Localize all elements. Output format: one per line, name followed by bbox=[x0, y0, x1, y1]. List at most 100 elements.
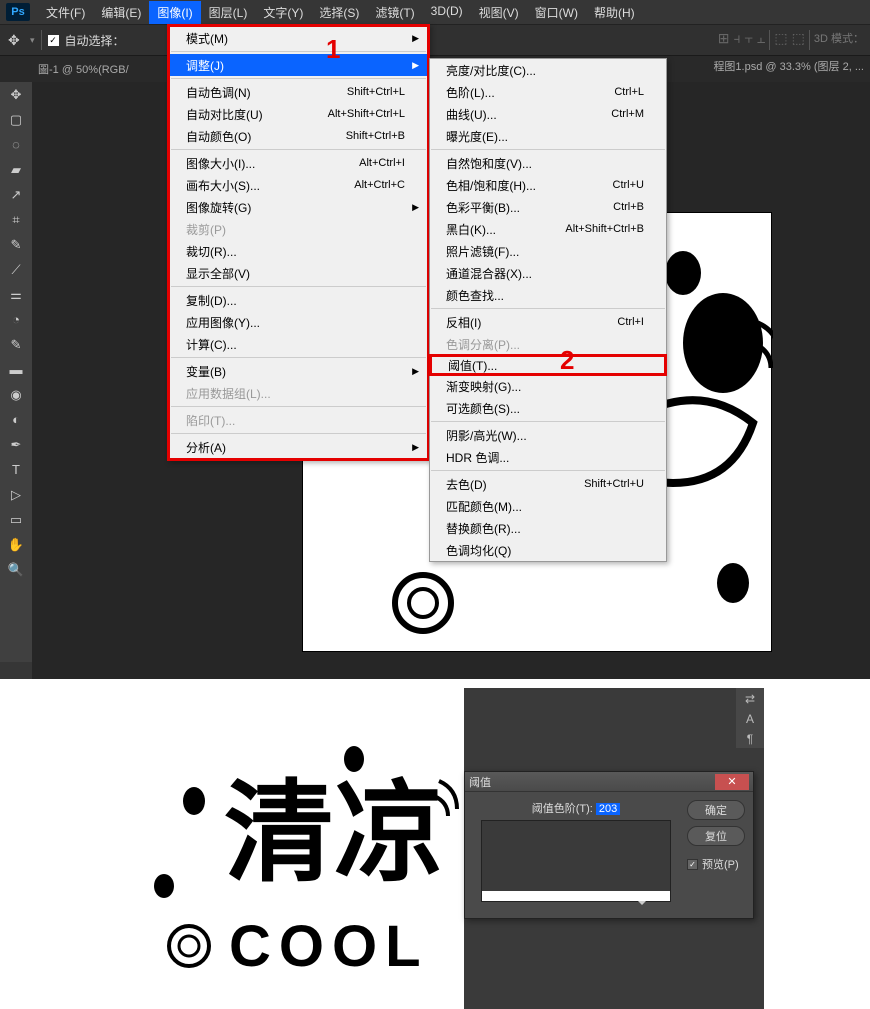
tool-5[interactable]: ⌗ bbox=[0, 207, 32, 232]
collapsed-panels[interactable]: ⇄ A ¶ bbox=[736, 688, 764, 748]
preview-label: 预览(P) bbox=[702, 856, 739, 872]
menu-item[interactable]: 复制(D)... bbox=[170, 289, 427, 311]
tool-6[interactable]: ✎ bbox=[0, 232, 32, 257]
tool-7[interactable]: ⟋ bbox=[0, 257, 32, 282]
align-icon[interactable]: ⫟ bbox=[744, 30, 752, 50]
menu-item[interactable]: 通道混合器(X)... bbox=[430, 262, 666, 284]
tool-15[interactable]: T bbox=[0, 457, 32, 482]
menu-item[interactable]: 亮度/对比度(C)... bbox=[430, 59, 666, 81]
tool-17[interactable]: ▭ bbox=[0, 507, 32, 532]
threshold-slider[interactable] bbox=[637, 900, 647, 910]
image-menu-dropdown: 模式(M)▶ 调整(J)▶ 自动色调(N)Shift+Ctrl+L自动对比度(U)A… bbox=[167, 24, 430, 461]
tool-11[interactable]: ▬ bbox=[0, 357, 32, 382]
tool-1[interactable]: ▢ bbox=[0, 107, 32, 132]
menu-item[interactable]: 分析(A)▶ bbox=[170, 436, 427, 458]
tool-16[interactable]: ▷ bbox=[0, 482, 32, 507]
menu-item[interactable]: 匹配颜色(M)... bbox=[430, 495, 666, 517]
threshold-label: 阈值色阶(T): bbox=[532, 803, 593, 815]
menu-item[interactable]: 变量(B)▶ bbox=[170, 360, 427, 382]
threshold-value-input[interactable]: 203 bbox=[596, 803, 620, 815]
menu-item[interactable]: 阴影/高光(W)... bbox=[430, 424, 666, 446]
menu-item[interactable]: 渐变映射(G)... bbox=[430, 375, 666, 397]
menu-3[interactable]: 图层(L) bbox=[201, 1, 256, 24]
menu-item[interactable]: 图像大小(I)...Alt+Ctrl+I bbox=[170, 152, 427, 174]
tool-10[interactable]: ✎ bbox=[0, 332, 32, 357]
align-icon[interactable]: ⫞ bbox=[733, 30, 740, 50]
doc-tab-right[interactable]: 程图1.psd @ 33.3% (图层 2, ... bbox=[713, 58, 864, 74]
doc-tab-left[interactable]: 圖-1 @ 50%(RGB/ bbox=[38, 61, 129, 77]
tool-14[interactable]: ✒ bbox=[0, 432, 32, 457]
menu-item[interactable]: 可选颜色(S)... bbox=[430, 397, 666, 419]
tool-12[interactable]: ◉ bbox=[0, 382, 32, 407]
auto-select-label: 自动选择： bbox=[65, 32, 125, 49]
distribute-icon[interactable]: ⬚ bbox=[792, 30, 805, 50]
menu-7[interactable]: 3D(D) bbox=[423, 1, 471, 24]
menu-item[interactable]: 颜色查找... bbox=[430, 284, 666, 306]
histogram[interactable] bbox=[481, 820, 671, 902]
type-panel-icon[interactable]: A bbox=[746, 712, 754, 726]
menu-item[interactable]: 调整(J)▶ bbox=[170, 54, 427, 76]
menu-item[interactable]: 裁切(R)... bbox=[170, 240, 427, 262]
menu-4[interactable]: 文字(Y) bbox=[255, 1, 311, 24]
menu-item[interactable]: 模式(M)▶ bbox=[170, 27, 427, 49]
preview-checkbox-row[interactable]: ✓ 预览(P) bbox=[687, 856, 745, 872]
menu-item[interactable]: 反相(I)Ctrl+I bbox=[430, 311, 666, 333]
tool-4[interactable]: ↗ bbox=[0, 182, 32, 207]
menu-item[interactable]: 计算(C)... bbox=[170, 333, 427, 355]
menu-item[interactable]: 曲线(U)...Ctrl+M bbox=[430, 103, 666, 125]
annotation-2: 2 bbox=[560, 345, 574, 376]
tool-19[interactable]: 🔍 bbox=[0, 557, 32, 582]
dialog-titlebar[interactable]: 阈值 ✕ bbox=[465, 772, 753, 792]
menu-2[interactable]: 图像(I) bbox=[149, 1, 200, 24]
threshold-field-row: 阈值色阶(T): 203 bbox=[473, 800, 679, 816]
menu-item[interactable]: 显示全部(V) bbox=[170, 262, 427, 284]
menu-item[interactable]: HDR 色调... bbox=[430, 446, 666, 468]
menu-6[interactable]: 滤镜(T) bbox=[367, 1, 422, 24]
tool-9[interactable]: ◔ bbox=[0, 307, 32, 332]
menu-item[interactable]: 色彩平衡(B)...Ctrl+B bbox=[430, 196, 666, 218]
menu-item[interactable]: 色相/饱和度(H)...Ctrl+U bbox=[430, 174, 666, 196]
menu-item[interactable]: 色调均化(Q) bbox=[430, 539, 666, 561]
ok-button[interactable]: 确定 bbox=[687, 800, 745, 820]
menu-9[interactable]: 窗口(W) bbox=[527, 1, 586, 24]
tool-3[interactable]: ▰ bbox=[0, 157, 32, 182]
menu-0[interactable]: 文件(F) bbox=[38, 1, 93, 24]
menu-item[interactable]: 图像旋转(G)▶ bbox=[170, 196, 427, 218]
menu-item[interactable]: 替换颜色(R)... bbox=[430, 517, 666, 539]
menu-item[interactable]: 自动色调(N)Shift+Ctrl+L bbox=[170, 81, 427, 103]
menu-10[interactable]: 帮助(H) bbox=[586, 1, 643, 24]
menu-item[interactable]: 色阶(L)...Ctrl+L bbox=[430, 81, 666, 103]
menu-item[interactable]: 去色(D)Shift+Ctrl+U bbox=[430, 473, 666, 495]
photoshop-window: Ps 文件(F)编辑(E)图像(I)图层(L)文字(Y)选择(S)滤镜(T)3D… bbox=[0, 0, 870, 679]
swap-icon[interactable]: ⇄ bbox=[745, 692, 755, 706]
dialog-title: 阈值 bbox=[469, 774, 491, 790]
svg-text:COOL: COOL bbox=[229, 914, 429, 979]
preview-checkbox[interactable]: ✓ bbox=[687, 859, 698, 870]
tool-0[interactable]: ✥ bbox=[0, 82, 32, 107]
paragraph-panel-icon[interactable]: ¶ bbox=[747, 732, 753, 746]
menu-item[interactable]: 阈值(T)... bbox=[429, 354, 667, 376]
tool-13[interactable]: ◐ bbox=[0, 407, 32, 432]
menu-item[interactable]: 画布大小(S)...Alt+Ctrl+C bbox=[170, 174, 427, 196]
menu-item[interactable]: 照片滤镜(F)... bbox=[430, 240, 666, 262]
auto-select-checkbox[interactable]: ✓ bbox=[48, 35, 59, 46]
close-button[interactable]: ✕ bbox=[715, 774, 749, 790]
menu-item[interactable]: 黑白(K)...Alt+Shift+Ctrl+B bbox=[430, 218, 666, 240]
menu-1[interactable]: 编辑(E) bbox=[93, 1, 149, 24]
menu-5[interactable]: 选择(S) bbox=[311, 1, 367, 24]
menu-item[interactable]: 自然饱和度(V)... bbox=[430, 152, 666, 174]
menu-item[interactable]: 自动颜色(O)Shift+Ctrl+B bbox=[170, 125, 427, 147]
lower-screenshot: 清凉 COOL ⇄A¶ 阈值 ✕ 阈值色阶(T): 203 确定 bbox=[108, 688, 764, 1009]
menubar: Ps 文件(F)编辑(E)图像(I)图层(L)文字(Y)选择(S)滤镜(T)3D… bbox=[0, 0, 870, 24]
reset-button[interactable]: 复位 bbox=[687, 826, 745, 846]
tool-8[interactable]: ⚌ bbox=[0, 282, 32, 307]
menu-item[interactable]: 曝光度(E)... bbox=[430, 125, 666, 147]
distribute-icon[interactable]: ⬚ bbox=[774, 30, 787, 50]
tool-2[interactable]: ◌ bbox=[0, 132, 32, 157]
tool-18[interactable]: ✋ bbox=[0, 532, 32, 557]
menu-8[interactable]: 视图(V) bbox=[471, 1, 527, 24]
menu-item[interactable]: 自动对比度(U)Alt+Shift+Ctrl+L bbox=[170, 103, 427, 125]
align-icon[interactable]: ⊞ bbox=[718, 30, 730, 50]
menu-item[interactable]: 应用图像(Y)... bbox=[170, 311, 427, 333]
align-icon[interactable]: ⫠ bbox=[757, 30, 765, 50]
